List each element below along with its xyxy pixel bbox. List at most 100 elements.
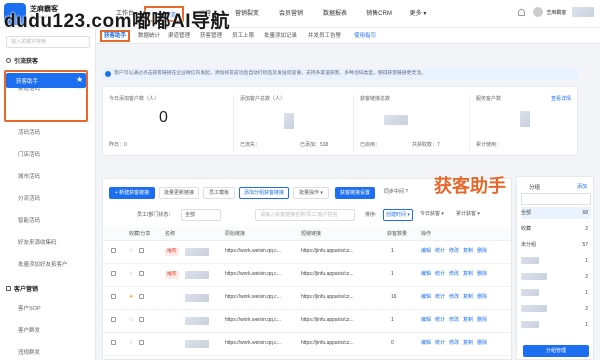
nav-member[interactable]: 会员营销	[272, 6, 310, 22]
row-origin-url[interactable]: https://work.weixin.qq.c...	[225, 333, 295, 353]
share-icon[interactable]	[139, 241, 144, 261]
batch-update-button[interactable]: 批量更新链接	[159, 187, 199, 199]
op-link[interactable]: 修改	[449, 248, 459, 254]
sidebar-item-live-code[interactable]: 活码活码	[18, 128, 40, 136]
op-link[interactable]: 修改	[449, 271, 459, 277]
staff-template-button[interactable]: 员工模板	[203, 187, 235, 199]
nav-marketing[interactable]: 营销裂变	[228, 6, 266, 22]
group-add-button[interactable]: 添加	[577, 183, 587, 190]
op-link[interactable]: 统计	[435, 294, 445, 300]
row-checkbox[interactable]	[111, 333, 116, 353]
op-link[interactable]: 修改	[449, 340, 459, 346]
op-link[interactable]: 统计	[435, 248, 445, 254]
op-link[interactable]: 复制	[463, 317, 473, 323]
group-item[interactable]: 2	[521, 303, 591, 315]
tab-concurrent-alert[interactable]: 并发员工告警	[308, 30, 341, 42]
sync-button[interactable]: 同步中间 ?	[379, 187, 413, 199]
table-row[interactable]: ☆ https://work.weixin.qq.c... https://jinf…	[103, 310, 511, 333]
sidebar-group-marketing[interactable]: 客户营销	[6, 284, 38, 293]
group-item[interactable]: 未分组 57	[521, 239, 591, 251]
op-link[interactable]: 复制	[463, 248, 473, 254]
sidebar-item-store-code[interactable]: 门店活码	[18, 150, 40, 158]
row-origin-url[interactable]: https://work.weixin.qq.c...	[225, 310, 295, 330]
op-link[interactable]: 修改	[449, 294, 459, 300]
avatar[interactable]	[532, 7, 543, 17]
sidebar-item-split-code[interactable]: 分流活码	[18, 194, 40, 202]
op-link[interactable]: 删除	[477, 294, 487, 300]
op-link[interactable]: 统计	[435, 340, 445, 346]
table-row[interactable]: ☆ https://work.weixin.qq.c... https://jinf…	[103, 333, 511, 356]
group-item[interactable]: 1	[521, 255, 591, 267]
op-link[interactable]: 统计	[435, 317, 445, 323]
op-link[interactable]: 编辑	[421, 271, 431, 277]
tab-guide[interactable]: 使用指引	[354, 30, 376, 42]
row-origin-url[interactable]: https://work.weixin.qq.c...	[225, 241, 295, 261]
op-link[interactable]: 统计	[435, 271, 445, 277]
op-link[interactable]: 删除	[477, 340, 487, 346]
sidebar-item-sop[interactable]: 客户SOP	[18, 304, 41, 312]
op-link[interactable]: 复制	[463, 271, 473, 277]
sidebar-item-source-code[interactable]: 好友来源收集码	[18, 238, 57, 246]
row-checkbox[interactable]	[111, 241, 116, 261]
share-icon[interactable]	[139, 333, 144, 353]
share-icon[interactable]	[139, 287, 144, 307]
op-link[interactable]: 删除	[477, 317, 487, 323]
tab-staff-limit[interactable]: 员工上限	[232, 30, 254, 42]
op-link[interactable]: 删除	[477, 271, 487, 277]
row-origin-url[interactable]: https://work.weixin.qq.c...	[225, 287, 295, 307]
batch-ops-dropdown[interactable]: 批量操作 ▾	[293, 187, 329, 199]
group-item[interactable]: 2	[521, 271, 591, 283]
row-checkbox[interactable]	[111, 287, 116, 307]
op-link[interactable]: 修改	[449, 317, 459, 323]
group-link-button[interactable]: 添加分组获客链接	[239, 187, 289, 199]
op-link[interactable]: 复制	[463, 340, 473, 346]
row-origin-url[interactable]: https://work.weixin.qq.c...	[225, 264, 295, 284]
user-area[interactable]: 芝麻霸客	[517, 7, 594, 21]
sort-total[interactable]: 累计获客 ▾	[453, 209, 483, 221]
group-manage-button[interactable]: 分组管理	[523, 345, 589, 357]
sidebar-item-mass-send[interactable]: 客户群发	[18, 326, 40, 334]
nav-more[interactable]: 更多 ▾	[404, 6, 432, 22]
group-item[interactable]: 1	[521, 287, 591, 299]
nav-crm[interactable]: 销售CRM	[360, 6, 398, 22]
sidebar-search-input[interactable]: 输入关键字搜索	[6, 36, 90, 48]
row-short-url[interactable]: https://jinfu.apparis/cz...	[301, 333, 379, 353]
op-link[interactable]: 编辑	[421, 294, 431, 300]
star-outline-icon[interactable]: ☆	[129, 310, 133, 330]
sidebar-item-acquisition-assistant[interactable]: 获客助手 ★	[6, 73, 86, 88]
group-item[interactable]: 全部 68	[521, 207, 591, 219]
op-link[interactable]: 复制	[463, 294, 473, 300]
bell-icon[interactable]	[517, 8, 525, 16]
row-short-url[interactable]: https://jinfu.apparis/cz...	[301, 241, 379, 261]
stat-detail-link[interactable]: 查看详情	[551, 95, 571, 102]
new-link-button[interactable]: + 新建获客链接	[109, 187, 155, 199]
op-link[interactable]: 编辑	[421, 317, 431, 323]
op-link[interactable]: 编辑	[421, 340, 431, 346]
sidebar-item-smart-code[interactable]: 智能活码	[18, 216, 40, 224]
link-settings-button[interactable]: 获客链接设置	[335, 187, 375, 199]
table-row[interactable]: ★ https://work.weixin.qq.c... https://jinf…	[103, 287, 511, 310]
group-item[interactable]: 1	[521, 319, 591, 331]
group-item[interactable]: 收藏 2	[521, 223, 591, 235]
row-short-url[interactable]: https://jinfu.apparis/cz...	[301, 310, 379, 330]
nav-reports[interactable]: 数据报表	[316, 6, 354, 22]
star-outline-icon[interactable]: ☆	[129, 241, 133, 261]
star-outline-icon[interactable]: ☆	[129, 264, 133, 284]
list-search-input[interactable]: 请输入获客链接名称/员工/客户姓名	[255, 209, 355, 221]
sort-today[interactable]: 今日获客 ▾	[417, 209, 447, 221]
row-checkbox[interactable]	[111, 310, 116, 330]
table-row[interactable]: ☆ 推荐 https://work.weixin.qq.c... https://ji…	[103, 241, 511, 264]
sidebar-item-violation[interactable]: 违规群发	[18, 348, 40, 356]
row-short-url[interactable]: https://jinfu.apparis/cz...	[301, 264, 379, 284]
sidebar-item-batch-add[interactable]: 批量添加好友拓客户	[18, 260, 68, 268]
row-short-url[interactable]: https://jinfu.apparis/cz...	[301, 287, 379, 307]
tab-batch-records[interactable]: 批量添加记录	[264, 30, 297, 42]
row-checkbox[interactable]	[111, 264, 116, 284]
share-icon[interactable]	[139, 264, 144, 284]
sort-created[interactable]: 创建时间 ▾	[383, 209, 413, 221]
sidebar-item-city-code[interactable]: 城市活码	[18, 172, 40, 180]
status-select[interactable]: 全部	[181, 209, 221, 221]
op-link[interactable]: 删除	[477, 248, 487, 254]
op-link[interactable]: 编辑	[421, 248, 431, 254]
star-filled-icon[interactable]: ★	[129, 287, 133, 307]
